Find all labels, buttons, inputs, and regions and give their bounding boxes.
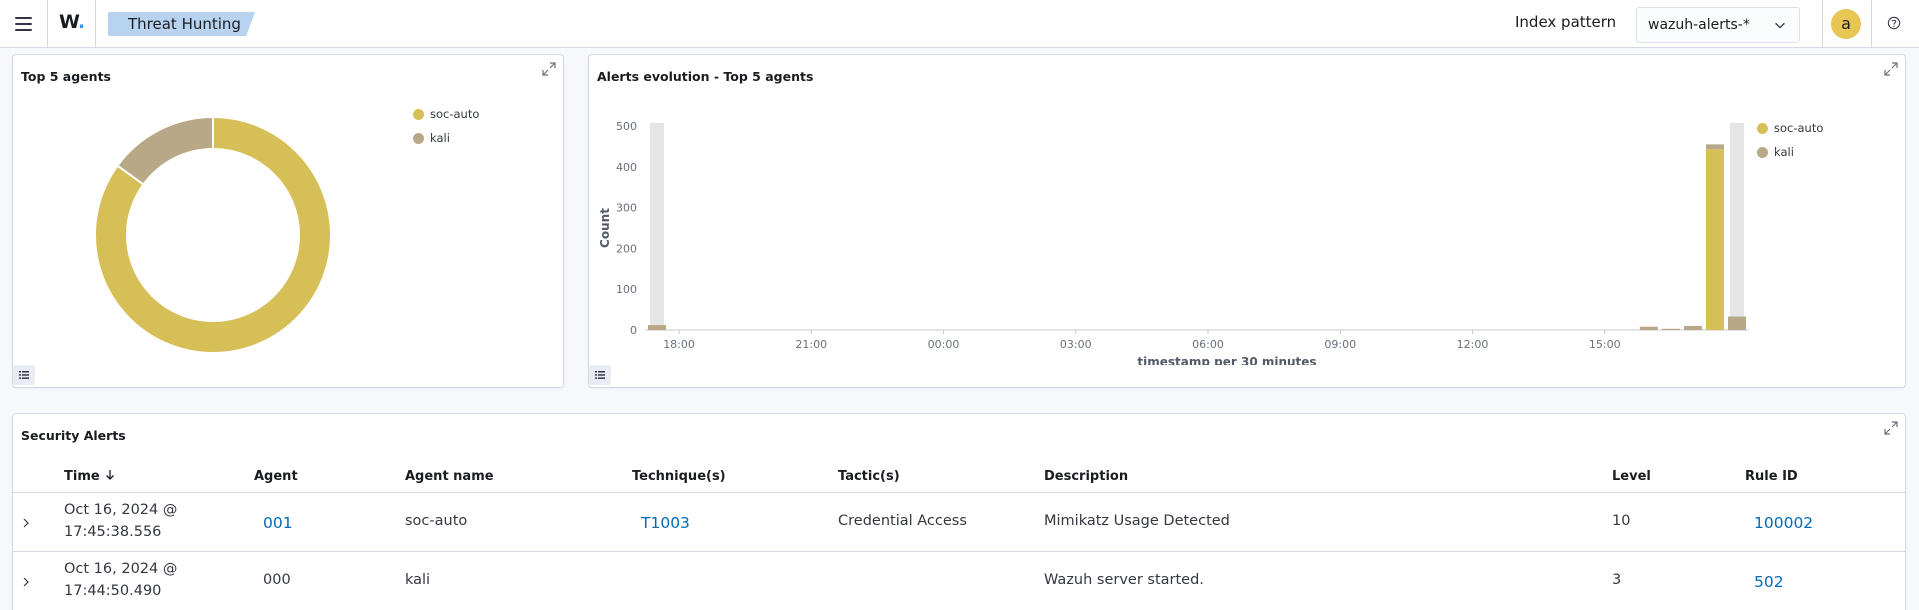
sort-descending-icon [106,470,115,480]
breadcrumb-threat-hunting[interactable]: Threat Hunting [108,12,255,36]
chevron-right-icon[interactable] [20,517,32,529]
x-tick-label: 06:00 [1192,338,1224,351]
legend-swatch [1757,146,1768,158]
time-cell-time: 17:44:50.490 [64,583,162,599]
top-navigation-bar: W. Threat Hunting Index pattern wazuh-al… [0,0,1919,48]
list-icon [595,371,605,379]
legend-toggle-button[interactable] [13,365,35,385]
user-avatar[interactable]: a [1831,9,1861,39]
header-divider [1871,0,1872,48]
wazuh-logo[interactable]: W. [59,11,85,33]
agent-name-cell: kali [405,572,431,588]
logo-letter: W [59,11,78,33]
bar-kali[interactable] [1683,325,1702,330]
y-axis-label: Count [598,208,612,248]
agent-id-link[interactable]: 001 [263,514,293,532]
alerts-evolution-panel: Alerts evolution - Top 5 agents 0 100 200 3… [588,54,1906,388]
bar-kali[interactable] [1639,326,1658,330]
y-tick-label: 100 [616,283,637,296]
x-tick-label: 12:00 [1457,338,1489,351]
chevron-right-icon[interactable] [20,576,32,588]
logo-dot: . [77,11,85,33]
time-cell-time: 17:45:38.556 [64,524,162,540]
x-tick-label: 00:00 [928,338,960,351]
donut-slice-kali[interactable] [116,115,214,186]
alerts-evolution-bar-chart: 0 100 200 300 400 500 Count 18:00 21:00 00:00 03:0… [598,120,1749,365]
legend-label: kali [430,131,450,145]
y-tick-label: 300 [616,202,637,215]
panel-title: Security Alerts [21,428,126,443]
legend-swatch [1757,122,1768,134]
time-cell-date: Oct 16, 2024 @ [64,502,178,518]
column-header-agent[interactable]: Agent [254,469,298,484]
help-icon[interactable] [1887,16,1901,30]
expand-icon[interactable] [1883,420,1899,436]
index-pattern-select[interactable]: wazuh-alerts-* [1636,7,1800,43]
highlight-band [1730,123,1744,330]
column-header-agent-name[interactable]: Agent name [405,469,494,484]
legend-label: kali [1774,145,1794,159]
column-header-time[interactable]: Time [64,469,116,484]
rule-id-link[interactable]: 100002 [1754,514,1813,532]
level-cell: 10 [1612,513,1631,529]
list-icon [19,371,29,379]
expand-icon[interactable] [541,61,557,77]
index-pattern-label: Index pattern [1515,13,1617,31]
legend-item-soc-auto[interactable]: soc-auto [413,107,479,121]
header-divider [47,0,48,48]
level-cell: 3 [1612,572,1622,588]
x-tick-label: 21:00 [795,338,827,351]
x-tick-label: 18:00 [663,338,695,351]
column-header-level[interactable]: Level [1612,469,1651,484]
legend-label: soc-auto [1774,121,1824,135]
legend-item-kali[interactable]: kali [1757,145,1794,159]
time-cell-date: Oct 16, 2024 @ [64,561,178,577]
legend-label: soc-auto [430,107,480,121]
top-agents-donut-chart [94,115,332,354]
bar-kali[interactable] [1728,316,1746,330]
chevron-down-icon [1775,22,1785,29]
table-row-divider [13,551,1905,552]
column-header-rule-id[interactable]: Rule ID [1745,469,1798,484]
description-cell: Wazuh server started. [1044,572,1204,588]
header-divider [95,0,96,48]
technique-link[interactable]: T1003 [641,514,690,532]
legend-swatch [413,132,424,144]
y-tick-label: 500 [616,120,637,133]
hamburger-menu-icon[interactable] [12,12,36,36]
column-header-description[interactable]: Description [1044,469,1128,484]
x-axis-label: timestamp per 30 minutes [1137,355,1316,365]
legend-item-kali[interactable]: kali [413,131,450,145]
description-cell: Mimikatz Usage Detected [1044,513,1230,529]
highlight-band [650,123,664,330]
x-tick-label: 09:00 [1324,338,1356,351]
x-tick-label: 03:00 [1060,338,1092,351]
column-header-label: Time [64,469,100,484]
legend-toggle-button[interactable] [589,365,611,385]
column-header-tactics[interactable]: Tactic(s) [838,469,900,484]
bar-soc-auto[interactable] [1705,149,1724,330]
top-agents-panel: Top 5 agents soc-auto kali [12,54,564,388]
agent-id-cell: 000 [263,572,291,588]
legend-item-soc-auto[interactable]: soc-auto [1757,121,1823,135]
bar-kali[interactable] [1661,328,1680,330]
rule-id-link[interactable]: 502 [1754,573,1784,591]
index-pattern-value: wazuh-alerts-* [1648,17,1750,33]
tactic-cell: Credential Access [838,513,967,529]
table-header-divider [13,492,1905,493]
panel-title: Top 5 agents [21,69,111,84]
agent-name-cell: soc-auto [405,513,468,529]
header-divider [1822,0,1823,48]
y-tick-label: 200 [616,242,637,255]
column-header-techniques[interactable]: Technique(s) [632,469,726,484]
legend-swatch [413,108,424,120]
y-tick-label: 0 [630,324,637,337]
security-alerts-panel: Security Alerts [12,413,1906,610]
y-tick-label: 400 [616,161,637,174]
bar-kali[interactable] [648,325,666,330]
x-tick-label: 15:00 [1589,338,1621,351]
bar-kali[interactable] [1705,144,1724,150]
